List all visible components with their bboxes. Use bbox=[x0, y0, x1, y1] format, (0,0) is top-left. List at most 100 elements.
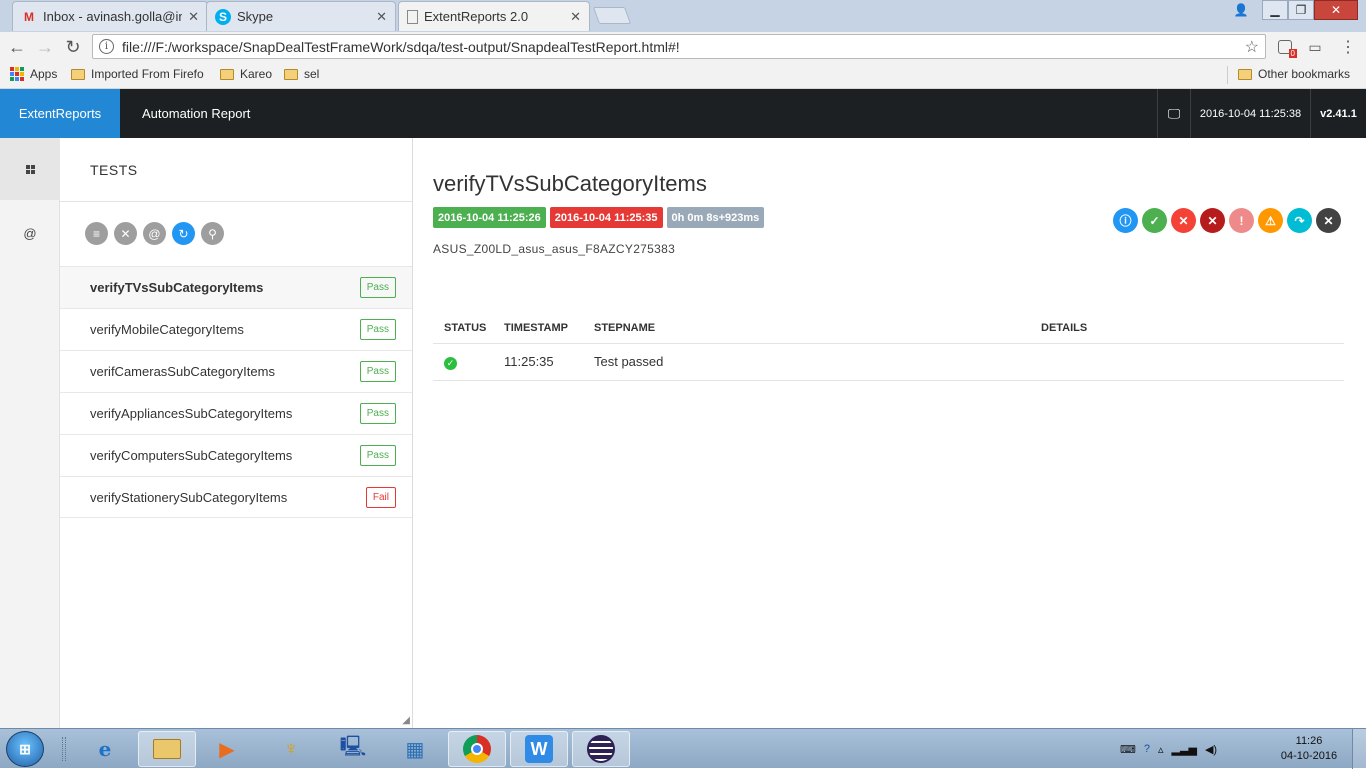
close-icon[interactable]: ✕ bbox=[570, 9, 581, 25]
resize-handle-icon[interactable]: ◢ bbox=[402, 715, 410, 726]
tab-title: Skype bbox=[237, 9, 274, 24]
media-player-icon[interactable]: ▶ bbox=[198, 731, 256, 767]
help-icon[interactable]: ? bbox=[1144, 743, 1150, 755]
info-icon[interactable]: i bbox=[99, 39, 114, 54]
close-icon[interactable]: ✕ bbox=[376, 9, 387, 25]
skip-status-icon[interactable]: ↷ bbox=[1287, 208, 1312, 233]
bookmarks-divider bbox=[1227, 66, 1228, 84]
browser-toolbar: ← → ↻ i file:///F:/workspace/SnapDealTes… bbox=[0, 32, 1366, 62]
chrome-icon[interactable] bbox=[448, 731, 506, 767]
bookmark-star-icon[interactable]: ☆ bbox=[1245, 37, 1259, 57]
table-header-row: STATUS TIMESTAMP STEPNAME DETAILS bbox=[433, 313, 1344, 344]
maximize-button[interactable]: ❐ bbox=[1288, 0, 1314, 20]
brand-logo[interactable]: ExtentReports bbox=[0, 89, 120, 138]
warning-status-icon[interactable]: ⚠ bbox=[1258, 208, 1283, 233]
file-explorer-icon[interactable] bbox=[138, 731, 196, 767]
category-spiral-icon[interactable]: @ bbox=[143, 222, 166, 245]
taskbar-clock[interactable]: 11:26 04-10-2016 bbox=[1280, 734, 1338, 764]
bookmark-sel[interactable]: sel bbox=[284, 67, 319, 81]
status-badge: Pass bbox=[359, 445, 396, 466]
network-signal-icon[interactable]: ▂▃▅ bbox=[1172, 743, 1197, 756]
volume-icon[interactable]: ◀) bbox=[1205, 743, 1217, 756]
column-header: STEPNAME bbox=[583, 313, 1030, 344]
bookmark-label: Other bookmarks bbox=[1258, 67, 1351, 81]
reload-icon[interactable]: ↻ bbox=[61, 35, 85, 59]
system-tray: ⌨ ? ▵ ▂▃▅ ◀) bbox=[1120, 729, 1225, 769]
step-timestamp: 11:25:35 bbox=[493, 343, 583, 381]
tray-expand-icon[interactable]: ▵ bbox=[1158, 743, 1164, 756]
control-panel-icon[interactable]: ▦ bbox=[386, 731, 444, 767]
fatal-status-icon[interactable]: ✕ bbox=[1200, 208, 1225, 233]
url-text: file:///F:/workspace/SnapDealTestFrameWo… bbox=[122, 38, 680, 55]
bookmark-other[interactable]: Other bookmarks bbox=[1238, 67, 1350, 81]
tab-extentreports[interactable]: ExtentReports 2.0 ✕ bbox=[398, 1, 590, 31]
test-name: verifyStationerySubCategoryItems bbox=[90, 489, 288, 505]
close-icon[interactable]: ✕ bbox=[1316, 208, 1341, 233]
test-detail: verifyTVsSubCategoryItems 2016-10-04 11:… bbox=[413, 138, 1366, 728]
test-item[interactable]: verifyTVsSubCategoryItems Pass bbox=[60, 266, 412, 308]
eclipse-icon[interactable] bbox=[572, 731, 630, 767]
wps-icon[interactable]: W bbox=[510, 731, 568, 767]
network-tool-icon[interactable]: ♆ bbox=[262, 731, 320, 767]
clear-filter-icon[interactable]: ✕ bbox=[114, 222, 137, 245]
report-header: ExtentReports Automation Report 🖵 2016-1… bbox=[0, 89, 1366, 138]
profile-icon[interactable]: 👤 bbox=[1228, 0, 1254, 20]
extension-badge: 0 bbox=[1288, 49, 1297, 58]
bookmark-label: Imported From Firefo bbox=[91, 67, 204, 81]
gmail-icon: M bbox=[24, 9, 34, 24]
test-item[interactable]: verifyMobileCategoryItems Pass bbox=[60, 308, 412, 350]
check-circle-icon: ✓ bbox=[444, 356, 457, 370]
test-item[interactable]: verifyAppliancesSubCategoryItems Pass bbox=[60, 392, 412, 434]
forward-arrow-icon[interactable]: → bbox=[33, 35, 57, 59]
list-icon[interactable]: ≡ bbox=[85, 222, 108, 245]
bookmark-kareo[interactable]: Kareo bbox=[220, 67, 272, 81]
close-icon[interactable]: ✕ bbox=[188, 9, 199, 25]
test-item[interactable]: verifCamerasSubCategoryItems Pass bbox=[60, 350, 412, 392]
search-icon[interactable]: ⚲ bbox=[201, 222, 224, 245]
test-item[interactable]: verifyStationerySubCategoryItems Fail bbox=[60, 476, 412, 518]
test-item[interactable]: verifyComputersSubCategoryItems Pass bbox=[60, 434, 412, 476]
step-status-cell: ✓ bbox=[433, 343, 493, 381]
report-title: Automation Report bbox=[142, 106, 251, 121]
start-button[interactable]: ⊞ bbox=[6, 731, 44, 767]
taskbar-grip bbox=[62, 737, 66, 761]
test-name: verifyAppliancesSubCategoryItems bbox=[90, 406, 293, 421]
monitor-icon[interactable]: 🖵 bbox=[1157, 89, 1190, 138]
new-tab-button[interactable] bbox=[592, 7, 632, 24]
info-status-icon[interactable]: ⓘ bbox=[1113, 208, 1138, 233]
remote-desktop-icon[interactable]: 🖳 bbox=[324, 731, 382, 767]
show-desktop-button[interactable] bbox=[1352, 729, 1366, 769]
bookmark-imported-firefox[interactable]: Imported From Firefo bbox=[71, 67, 207, 81]
error-status-icon[interactable]: ! bbox=[1229, 208, 1254, 233]
bookmark-label: Apps bbox=[30, 67, 58, 81]
column-header: TIMESTAMP bbox=[493, 313, 583, 344]
tab-inbox[interactable]: M Inbox - avinash.golla@im ✕ bbox=[12, 1, 208, 31]
fail-status-icon[interactable]: ✕ bbox=[1171, 208, 1196, 233]
pass-status-icon[interactable]: ✓ bbox=[1142, 208, 1167, 233]
folder-icon bbox=[71, 68, 85, 80]
status-badge: Pass bbox=[359, 361, 396, 382]
report-version: v2.41.1 bbox=[1310, 89, 1366, 138]
keyboard-icon[interactable]: ⌨ bbox=[1120, 743, 1136, 756]
refresh-icon[interactable]: ↻ bbox=[172, 222, 195, 245]
step-name: Test passed bbox=[583, 343, 1030, 381]
extension-icon[interactable]: 0 bbox=[1273, 35, 1297, 59]
cast-icon[interactable]: ▭ bbox=[1303, 35, 1327, 59]
minimize-button[interactable]: ▁ bbox=[1262, 0, 1288, 20]
tab-skype[interactable]: S Skype ✕ bbox=[206, 1, 396, 31]
duration-tag: 0h 0m 8s+923ms bbox=[666, 207, 765, 228]
address-bar[interactable]: i file:///F:/workspace/SnapDealTestFrame… bbox=[92, 34, 1266, 59]
status-filter-icons: ⓘ ✓ ✕ ✕ ! ⚠ ↷ ✕ bbox=[1113, 208, 1345, 233]
bookmark-apps[interactable]: Apps bbox=[10, 67, 57, 81]
report-timestamp: 2016-10-04 11:25:38 bbox=[1190, 89, 1310, 138]
close-window-button[interactable]: ✕ bbox=[1314, 0, 1358, 20]
tests-spiral-icon[interactable]: @ bbox=[0, 202, 60, 264]
test-name: verifyTVsSubCategoryItems bbox=[90, 280, 264, 295]
internet-explorer-icon[interactable]: e bbox=[76, 731, 134, 767]
dashboard-icon[interactable] bbox=[0, 138, 60, 200]
menu-icon[interactable]: ⋮ bbox=[1336, 35, 1360, 59]
back-arrow-icon[interactable]: ← bbox=[5, 35, 29, 59]
bookmark-label: sel bbox=[304, 67, 320, 81]
skype-icon: S bbox=[215, 8, 231, 25]
windows-taskbar: ⊞ e ▶ ♆ 🖳 ▦ W ⌨ ? ▵ ▂▃▅ ◀) 11:26 04-10-2… bbox=[0, 728, 1366, 769]
